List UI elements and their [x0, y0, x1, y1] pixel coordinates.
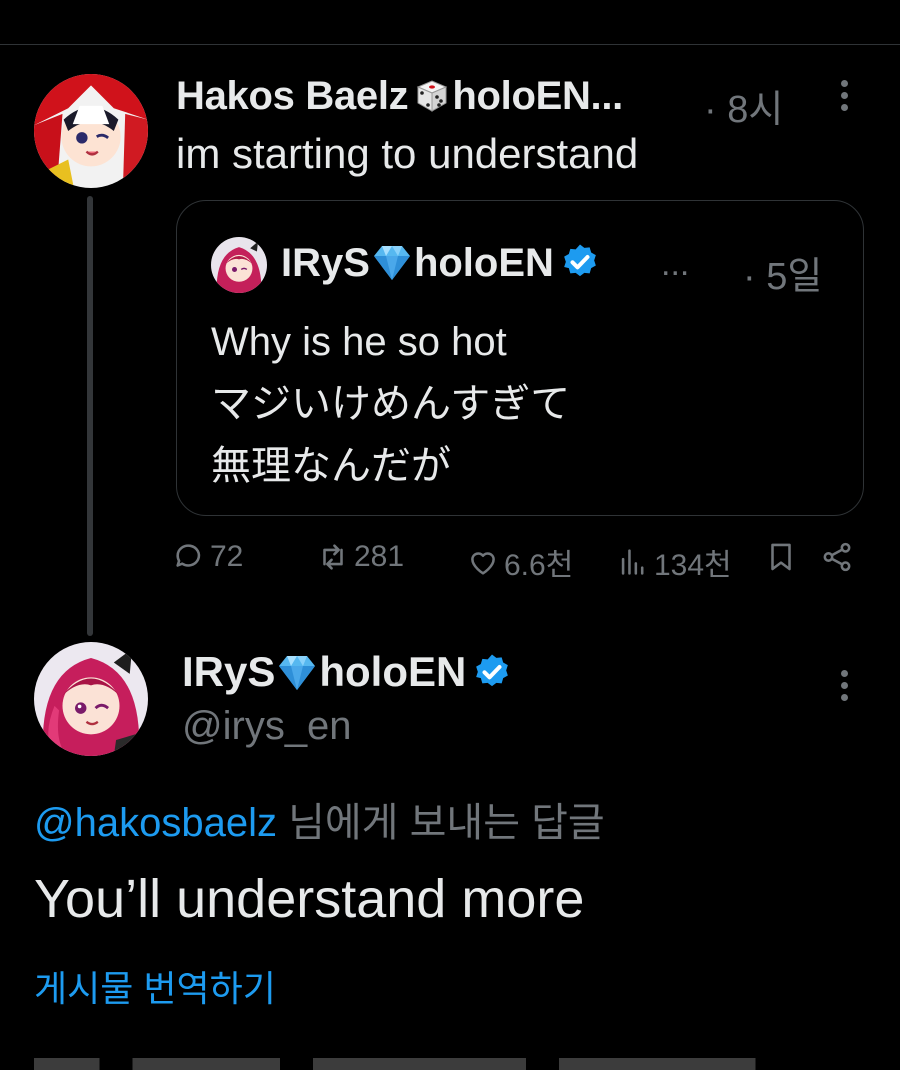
tweet2-handle[interactable]: @irys_en [182, 704, 352, 749]
more-vertical-icon[interactable] [838, 670, 850, 706]
dice-icon [410, 75, 450, 115]
quoted-author-name: IRyS holoEN [281, 241, 600, 286]
translate-post-link[interactable]: 게시물 번역하기 [34, 960, 276, 1012]
quoted-tweet-text: Why is he so hot マジいけめんすぎて 無理なんだが [211, 320, 571, 488]
hakos-baelz-avatar[interactable] [34, 74, 148, 188]
like-button[interactable]: 6.6천 [466, 540, 573, 584]
share-button[interactable] [820, 540, 858, 574]
retweet-icon [323, 544, 343, 570]
like-icon [471, 552, 495, 575]
views-button[interactable]: 134천 [616, 540, 732, 584]
views-icon [621, 549, 644, 575]
share-icon [823, 542, 851, 572]
quoted-timestamp: · 5일 [743, 256, 823, 298]
retweet-button[interactable]: 281 [316, 540, 404, 574]
bookmark-icon [771, 543, 791, 571]
top-divider [0, 44, 900, 45]
cutoff-content [34, 1058, 854, 1070]
quoted-tweet-card[interactable]: IRyS holoEN ... · 5일 Why is he so hot マジ… [176, 200, 864, 516]
tweet2-text: You’ll understand more [34, 869, 585, 929]
more-vertical-icon[interactable] [838, 80, 850, 116]
tweet1-timestamp[interactable]: · 8시 [704, 78, 783, 133]
reply-icon [176, 544, 201, 567]
tweet2-author-name[interactable]: IRyS holoEN [182, 648, 512, 696]
replying-to-line: @hakosbaelz 님에게 보내는 답글 [34, 801, 605, 845]
tweet1-action-bar: 72 281 6.6천 134천 [0, 540, 900, 590]
reply-button[interactable]: 72 [172, 540, 243, 574]
verified-badge-icon [560, 242, 600, 282]
gem-icon [370, 242, 414, 282]
gem-icon [275, 652, 319, 692]
tweet1-author-name[interactable]: Hakos Baelz holoEN... [176, 74, 623, 119]
quoted-name-ellipsis: ... [661, 245, 690, 283]
tweet1-text: im starting to understand [176, 130, 639, 177]
reply-mention-link[interactable]: @hakosbaelz [34, 801, 277, 845]
verified-badge-icon [472, 652, 512, 692]
bookmark-button[interactable] [764, 540, 802, 574]
irys-avatar-small [211, 237, 267, 293]
irys-avatar[interactable] [34, 642, 148, 756]
